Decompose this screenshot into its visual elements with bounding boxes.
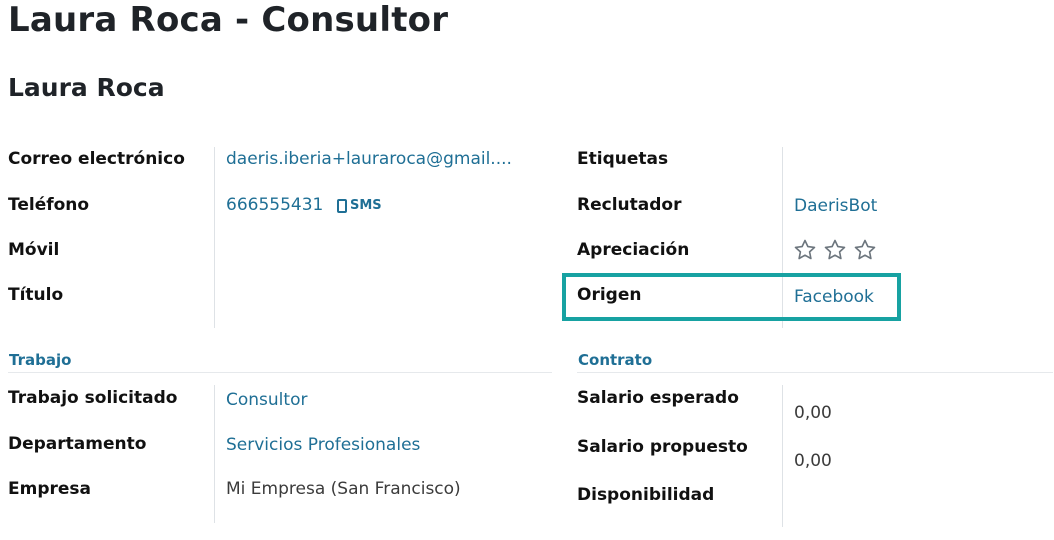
- job-column-divider: [214, 385, 215, 523]
- tags-field[interactable]: [794, 149, 1044, 171]
- sms-button[interactable]: SMS: [337, 198, 382, 213]
- applicant-name[interactable]: Laura Roca: [8, 73, 165, 102]
- tags-label: Etiquetas: [577, 149, 669, 169]
- degree-field[interactable]: [226, 285, 526, 307]
- rating-label: Apreciación: [577, 240, 690, 260]
- rating-stars[interactable]: [793, 238, 877, 262]
- source-highlight-box: [562, 273, 901, 321]
- job-section-rule: [8, 372, 552, 373]
- availability-field[interactable]: [794, 485, 1034, 507]
- proposed-salary-label: Salario propuesto: [577, 437, 748, 457]
- sms-label: SMS: [350, 198, 382, 213]
- star-empty-icon[interactable]: [793, 238, 817, 262]
- mobile-field[interactable]: [226, 240, 526, 262]
- availability-label: Disponibilidad: [577, 485, 715, 505]
- contract-column-divider: [782, 385, 783, 527]
- department-field[interactable]: Servicios Profesionales: [226, 435, 420, 455]
- expected-salary-field[interactable]: 0,00: [794, 403, 832, 423]
- degree-label: Título: [8, 285, 64, 305]
- phone-field[interactable]: 666555431: [226, 195, 323, 215]
- expected-salary-label: Salario esperado: [577, 388, 739, 408]
- star-empty-icon[interactable]: [823, 238, 847, 262]
- email-field[interactable]: daeris.iberia+lauraroca@gmail....: [226, 149, 526, 169]
- left-column-divider: [214, 147, 215, 328]
- email-label: Correo electrónico: [8, 149, 185, 169]
- recruiter-field[interactable]: DaerisBot: [794, 196, 877, 216]
- star-empty-icon[interactable]: [853, 238, 877, 262]
- company-label: Empresa: [8, 479, 91, 499]
- job-label: Trabajo solicitado: [8, 388, 178, 408]
- contract-section-rule: [577, 372, 1053, 373]
- proposed-salary-field[interactable]: 0,00: [794, 451, 832, 471]
- page-title: Laura Roca - Consultor: [8, 0, 449, 40]
- section-title-contract: Contrato: [578, 351, 653, 369]
- mobile-phone-icon: [337, 198, 347, 213]
- section-title-job: Trabajo: [9, 351, 72, 369]
- company-field[interactable]: Mi Empresa (San Francisco): [226, 479, 461, 499]
- mobile-label: Móvil: [8, 240, 60, 260]
- department-label: Departamento: [8, 434, 147, 454]
- job-field[interactable]: Consultor: [226, 390, 307, 410]
- phone-label: Teléfono: [8, 195, 90, 215]
- recruiter-label: Reclutador: [577, 195, 682, 215]
